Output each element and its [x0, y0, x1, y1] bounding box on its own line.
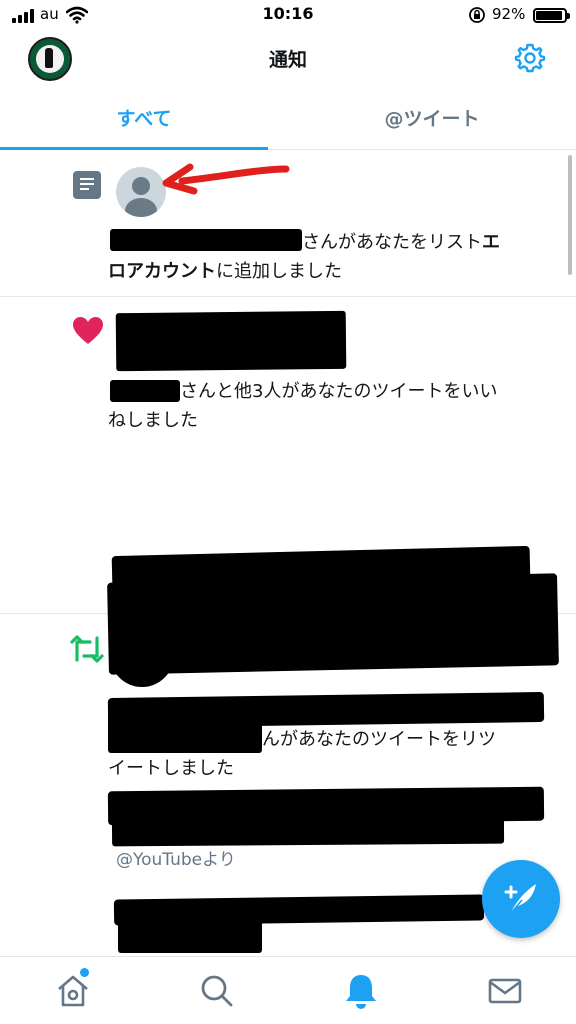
notification-text: んがあなたのツイートをリツ イートしました: [108, 729, 496, 779]
tab-all[interactable]: すべて: [0, 88, 288, 150]
redacted-avatars: [115, 310, 347, 372]
list-icon: [73, 171, 101, 199]
home-unread-dot: [80, 968, 89, 977]
user-avatar[interactable]: [116, 167, 166, 217]
bottom-nav: [0, 956, 576, 1024]
mail-icon[interactable]: [485, 971, 525, 1011]
tab-mentions[interactable]: @ツイート: [288, 88, 576, 150]
annotation-arrow-icon: [162, 163, 290, 195]
rotation-lock-icon: [469, 7, 485, 23]
tweet-source[interactable]: @YouTubeより: [116, 845, 236, 870]
notification-text: さんと他3人があなたのツイートをいい ねしました: [108, 381, 498, 431]
battery-fill: [536, 11, 562, 20]
notification-feed[interactable]: さんがあなたをリストエ ロアカウントに追加しました さんと他3人があなたのツイー…: [0, 151, 576, 955]
compose-icon: [504, 884, 536, 915]
page-title: 通知: [268, 49, 307, 71]
search-icon[interactable]: [197, 971, 237, 1011]
active-tab-indicator: [0, 147, 268, 150]
status-dot: [162, 626, 171, 635]
header: 通知: [0, 32, 576, 84]
tab-bar: すべて @ツイート: [0, 88, 576, 150]
redacted-tweet-text: [111, 809, 505, 847]
gear-icon[interactable]: [514, 42, 546, 74]
home-icon[interactable]: [53, 971, 93, 1011]
notification-list-add[interactable]: さんがあなたをリストエ ロアカウントに追加しました: [0, 151, 576, 297]
status-time: 10:16: [262, 4, 314, 23]
redacted-tweet-text: [118, 913, 262, 953]
redacted-tweet-text: [117, 577, 271, 607]
notification-text: さんがあなたをリストエ ロアカウントに追加しました: [108, 232, 500, 282]
status-bar: au 10:16 92%: [0, 0, 576, 32]
battery-percent: 92%: [492, 5, 526, 23]
heart-icon: [73, 317, 103, 344]
battery-icon: [533, 8, 570, 23]
scrollbar[interactable]: [568, 155, 572, 275]
bell-icon[interactable]: [341, 971, 381, 1011]
retweet-icon: [70, 635, 104, 663]
compose-button[interactable]: [482, 860, 560, 938]
